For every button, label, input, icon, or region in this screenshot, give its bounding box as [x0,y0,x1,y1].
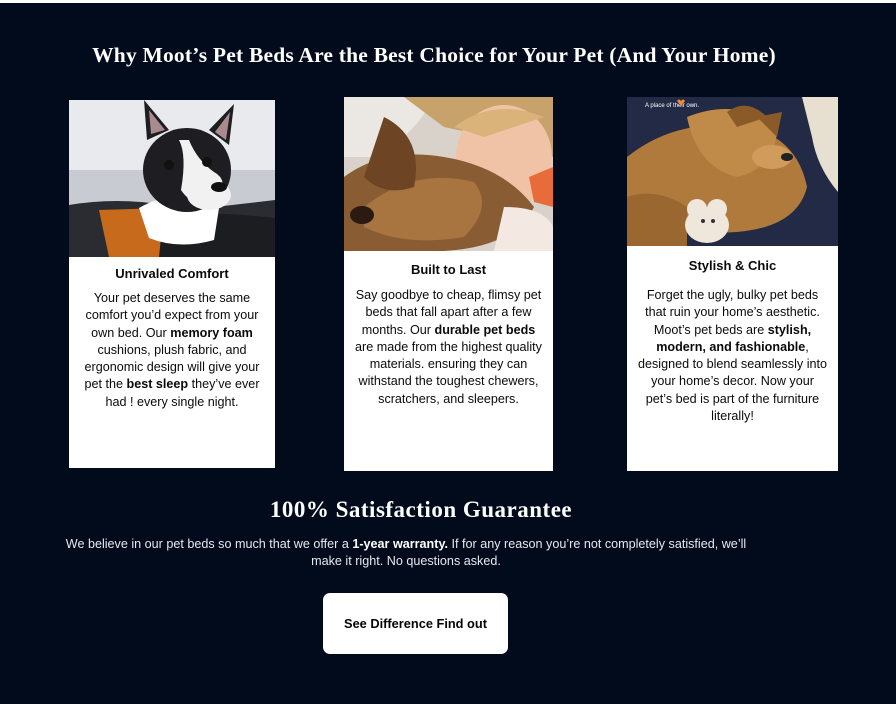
see-difference-button[interactable]: See Difference Find out [323,593,508,654]
card-description: Forget the ugly, bulky pet beds that rui… [637,288,828,424]
card-description: Say goodbye to cheap, flimsy pet beds th… [355,288,542,406]
page-section: Why Moot’s Pet Beds Are the Best Choice … [0,3,896,704]
section-headline: Why Moot’s Pet Beds Are the Best Choice … [92,43,776,67]
card-title: Stylish & Chic [688,258,777,273]
feature-card-comfort: Unrivaled Comfort Your pet deserves the … [69,100,275,468]
feature-card-durable: Built to Last Say goodbye to cheap, flim… [344,97,553,471]
card-title: Built to Last [410,262,487,277]
image-caption: A place of their own. [645,103,699,109]
guarantee-text: We believe in our pet beds so much that … [65,537,747,568]
boston-terrier-photo [69,100,275,257]
guarantee-title: 100% Satisfaction Guarantee [269,497,573,522]
puppy-sleeping-photo: A place of their own. [627,97,838,246]
child-hugging-dog-photo [344,97,553,251]
card-title: Unrivaled Comfort [115,266,229,281]
card-description: Your pet deserves the same comfort you’d… [84,291,260,409]
feature-card-style: A place of their own. Stylish & Chic For… [627,97,838,471]
